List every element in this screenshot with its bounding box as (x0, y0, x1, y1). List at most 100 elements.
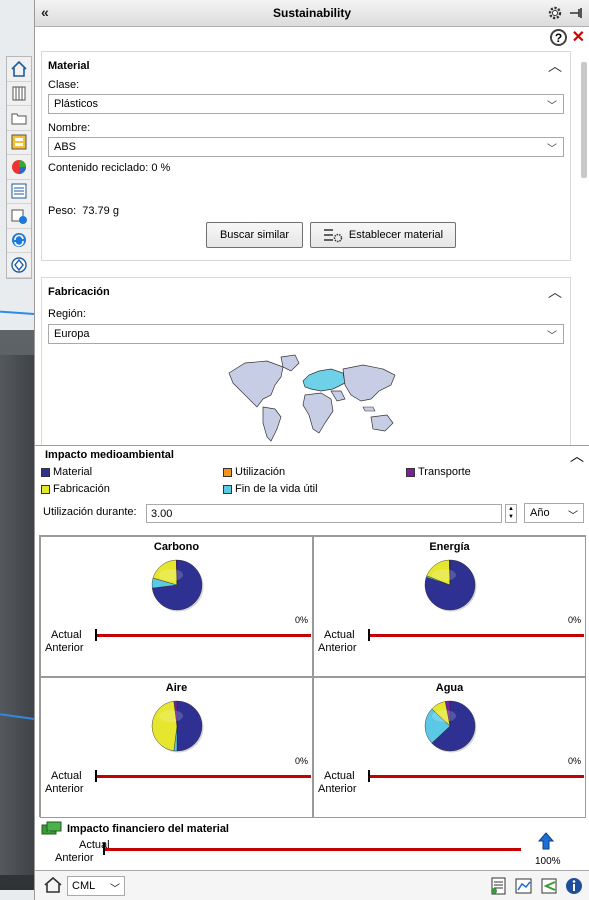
energy-pie (424, 559, 477, 612)
legend-usage: Utilización (223, 466, 285, 478)
import-icon[interactable] (539, 876, 559, 896)
previous-label: Anterior (45, 783, 84, 795)
model-edge-top (0, 310, 36, 316)
collapse-panel-button[interactable]: « (41, 4, 49, 20)
chevron-down-icon: ﹀ (547, 331, 557, 342)
footer-bar: CML ﹀ (35, 870, 589, 900)
name-value: ABS (54, 141, 77, 153)
chart-title: Energía (429, 541, 470, 553)
chevron-down-icon: ﹀ (110, 884, 120, 895)
chart-percent: 0% (567, 756, 581, 766)
impact-charts-grid: Carbono 0% Actual Anterior Energía 0% Ac… (39, 535, 586, 818)
properties-icon (11, 183, 27, 199)
energy-chart: Energía 0% Actual Anterior (313, 536, 586, 677)
set-material-icon (323, 229, 343, 243)
sustainability-panel: « Sustainability ? ✕ Material ︿ Clase: P… (34, 0, 589, 900)
library-tab[interactable] (7, 82, 31, 106)
usage-unit-select[interactable]: Año ﹀ (524, 503, 584, 523)
recycle-icon (11, 257, 27, 273)
legend-usage-label: Utilización (235, 466, 286, 478)
pie-gloss (159, 710, 183, 722)
previous-label: Anterior (318, 783, 357, 795)
air-pie (151, 700, 204, 753)
pie-slice-Material (176, 700, 203, 752)
custom-properties-tab[interactable] (7, 180, 31, 204)
info-icon[interactable] (564, 876, 584, 896)
region-world-map[interactable] (223, 351, 399, 445)
comparison-bar (97, 634, 311, 637)
water-chart: Agua 0% Actual Anterior (313, 677, 586, 818)
file-explorer-tab[interactable] (7, 106, 31, 131)
legend-manufacturing: Fabricación (41, 483, 110, 495)
options-gear-icon[interactable] (547, 5, 563, 24)
legend-end-of-life-label: Fin de la vida útil (235, 483, 318, 495)
solidworks-forum-tab[interactable] (7, 204, 31, 229)
report-icon[interactable] (489, 876, 509, 896)
water-pie (424, 700, 477, 753)
chart-percent: 0% (567, 615, 581, 625)
close-icon[interactable]: ✕ (572, 27, 585, 47)
carbon-chart: Carbono 0% Actual Anterior (40, 536, 313, 677)
pin-icon[interactable] (569, 6, 583, 23)
comparison-bar (370, 775, 584, 778)
set-material-label: Establecer material (348, 229, 444, 241)
region-label: Región: (48, 308, 86, 320)
recycle-tab[interactable] (7, 253, 31, 278)
find-similar-button[interactable]: Buscar similar (206, 222, 303, 248)
set-material-button[interactable]: Establecer material (310, 222, 456, 248)
legend-usage-swatch (223, 467, 232, 477)
chart-percent: 0% (294, 756, 308, 766)
appearances-tab[interactable] (7, 155, 31, 180)
financial-previous-label: Anterior (55, 852, 94, 864)
financial-bar (105, 848, 521, 851)
name-label: Nombre: (48, 122, 91, 134)
standard-select[interactable]: CML ﹀ (67, 876, 125, 896)
weight-value: 73.79 g (82, 205, 119, 217)
pie-gloss (432, 710, 456, 722)
usage-spinner[interactable]: ▲ ▼ (505, 504, 517, 523)
usage-duration-label: Utilización durante: (43, 506, 137, 518)
weight-label: Peso: 73.79 g (48, 205, 119, 217)
region-value: Europa (54, 328, 90, 340)
collapse-environment-chevron-icon[interactable]: ︿ (570, 446, 584, 466)
usage-duration-input[interactable] (146, 504, 502, 523)
region-select[interactable]: Europa ﹀ (48, 324, 564, 344)
weight-label-text: Peso: (48, 205, 77, 217)
class-value: Plásticos (54, 98, 99, 110)
environment-section-title: Impacto medioambiental (45, 449, 174, 461)
carbon-pie (151, 559, 204, 612)
vertical-scrollbar[interactable] (581, 62, 587, 178)
pie-gloss (159, 569, 183, 581)
actual-label: Actual (51, 629, 82, 641)
home-tab[interactable] (7, 57, 31, 82)
recycled-content: Contenido reciclado: 0 % (48, 162, 171, 174)
pie-slice-Fabricación (151, 700, 178, 752)
appearance-ball-icon (12, 159, 26, 174)
material-group: Material ︿ Clase: Plásticos ﹀ Nombre: AB… (41, 51, 571, 261)
standard-value: CML (72, 880, 96, 892)
legend-transport-label: Transporte (418, 466, 471, 478)
sustainability-tab[interactable] (7, 229, 31, 253)
legend-material: Material (41, 466, 92, 478)
class-select[interactable]: Plásticos ﹀ (48, 94, 564, 114)
panel-titlebar: « Sustainability (35, 0, 589, 27)
usage-unit-value: Año (530, 507, 550, 519)
help-icon[interactable]: ? (550, 29, 567, 46)
name-select[interactable]: ABS ﹀ (48, 137, 564, 157)
chevron-down-icon: ﹀ (547, 144, 557, 155)
task-pane-tabs (6, 56, 32, 279)
home-icon[interactable] (43, 876, 63, 897)
sustainability-refresh-icon (12, 233, 26, 248)
collapse-manufacturing-chevron-icon[interactable]: ︿ (548, 282, 562, 302)
legend-end-of-life: Fin de la vida útil (223, 483, 318, 495)
panel-title: Sustainability (272, 6, 352, 20)
previous-label: Anterior (318, 642, 357, 654)
air-chart: Aire 0% Actual Anterior (40, 677, 313, 818)
baseline-icon[interactable] (514, 876, 534, 896)
scroll-area[interactable]: Material ︿ Clase: Plásticos ﹀ Nombre: AB… (35, 49, 589, 445)
collapse-material-chevron-icon[interactable]: ︿ (548, 56, 562, 76)
legend-material-swatch (41, 467, 50, 477)
financial-impact: Impacto financiero del material Actual A… (39, 820, 586, 868)
class-label: Clase: (48, 79, 80, 91)
view-palette-tab[interactable] (7, 131, 31, 155)
